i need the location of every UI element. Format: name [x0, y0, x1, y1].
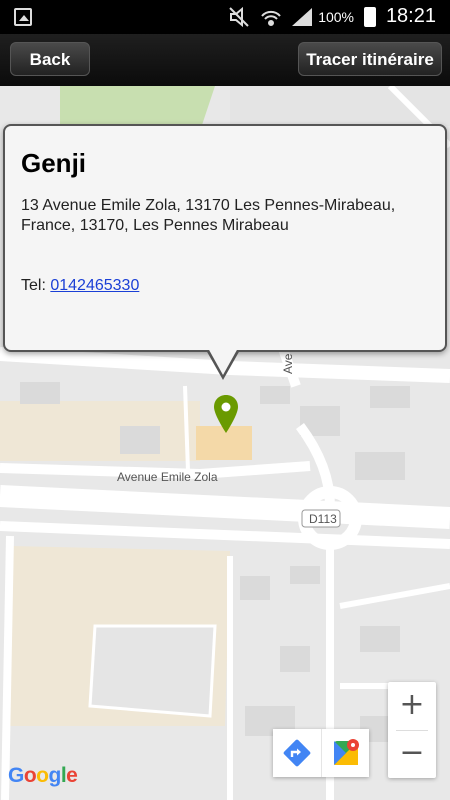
back-button[interactable]: Back — [10, 42, 90, 76]
google-logo: Google — [8, 764, 78, 787]
signal-icon — [292, 8, 312, 26]
map-toolbar — [273, 729, 369, 777]
phone-label: Tel: — [21, 277, 46, 294]
zoom-out-button[interactable]: − — [388, 730, 436, 778]
road-badge-label: D113 — [309, 512, 337, 526]
mute-icon — [229, 6, 249, 28]
google-maps-icon[interactable] — [321, 729, 370, 777]
phone-link[interactable]: 0142465330 — [50, 277, 139, 294]
toolbar: Back Tracer itinéraire — [0, 34, 450, 86]
street-label-vertical: Ave — [281, 353, 295, 374]
route-button[interactable]: Tracer itinéraire — [298, 42, 442, 76]
wifi-icon — [261, 10, 281, 26]
place-phone: Tel: 0142465330 — [21, 277, 139, 295]
battery-percent: 100% — [318, 9, 354, 25]
place-info-popup: Genji 13 Avenue Emile Zola, 13170 Les Pe… — [3, 124, 447, 352]
status-bar: 100% 18:21 — [0, 0, 450, 34]
clock: 18:21 — [385, 5, 436, 27]
status-icons — [229, 6, 312, 28]
gallery-icon — [14, 8, 32, 26]
street-label-main: Avenue Emile Zola — [117, 470, 218, 484]
place-name: Genji — [21, 148, 87, 178]
zoom-in-button[interactable]: + — [388, 682, 436, 730]
battery-icon — [364, 7, 376, 27]
place-address: 13 Avenue Emile Zola, 13170 Les Pennes-M… — [21, 197, 396, 234]
location-marker-icon[interactable] — [214, 395, 238, 433]
popup-tail — [206, 348, 240, 380]
directions-icon[interactable] — [273, 729, 321, 777]
zoom-controls: + − — [388, 682, 436, 778]
zoom-divider — [396, 730, 428, 731]
